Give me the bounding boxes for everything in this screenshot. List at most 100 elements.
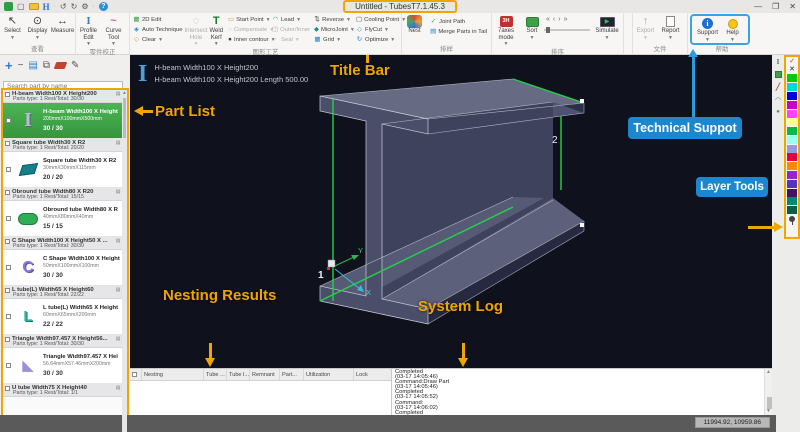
part-row-selected[interactable]: I H-beam Width100 X Height200mmX100mmX50… (3, 103, 127, 139)
rewind-button[interactable]: « (546, 16, 550, 23)
color-swatch[interactable] (787, 145, 797, 153)
nest-button[interactable]: Nest (402, 14, 427, 35)
part-group-header[interactable]: Obround tube Width80 X R20▤▾ Parts type:… (3, 188, 127, 201)
reverse-button[interactable]: ⇅Reverse▼ (314, 16, 351, 24)
part-row[interactable]: Obround tube Width80 X R40mmX80mmX40mm15… (3, 201, 127, 237)
clear-button[interactable]: ◇Clear▼ (133, 36, 183, 44)
color-swatch[interactable] (787, 74, 797, 82)
export-3d-icon[interactable]: ⧉ (43, 60, 50, 71)
col-tube-l[interactable]: Tube l... (227, 369, 250, 380)
3d-viewport[interactable]: I H-beam Width100 X Height200 H-beam Wid… (130, 55, 772, 368)
part-checkbox[interactable] (6, 314, 11, 319)
redo-icon[interactable]: ↻ (71, 2, 78, 12)
log-scrollbar[interactable]: ▲ ▼ (764, 369, 772, 415)
part-group-header[interactable]: L tube(L) Width65 X Height60▤▾ Parts typ… (3, 286, 127, 299)
export-button[interactable]: ↑Export▼ (633, 14, 658, 41)
part-checkbox[interactable] (5, 190, 10, 195)
sort-button[interactable]: Sort▼ (520, 14, 544, 41)
color-swatch[interactable] (787, 127, 797, 135)
curve-tool-button[interactable]: ~Curve Tool▼ (101, 14, 126, 48)
close-button[interactable]: ✕ (789, 2, 796, 11)
part-checkbox[interactable] (5, 288, 10, 293)
add-part-icon[interactable]: + (5, 58, 13, 73)
weld-kerf-button[interactable]: TWeld Kerf▼ (208, 14, 225, 48)
part-checkbox[interactable] (5, 337, 10, 342)
palette-apply-icon[interactable]: ✓ (789, 58, 795, 66)
compensate-button[interactable]: ◌Compensate▼ (228, 26, 267, 34)
fast-forward-button[interactable]: » (564, 16, 568, 23)
color-swatch[interactable] (787, 92, 797, 100)
part-row[interactable]: L L tube(L) Width65 X Height60mmX65mmX20… (3, 299, 127, 335)
color-swatch[interactable] (787, 101, 797, 109)
eraser-icon[interactable] (54, 62, 68, 69)
color-swatch[interactable] (787, 189, 797, 197)
slider-thumb[interactable] (546, 27, 550, 33)
flycut-button[interactable]: ◇FlyCut▼ (356, 26, 399, 34)
lead-button[interactable]: ◠Lead▼ (272, 16, 309, 24)
col-nesting[interactable]: Nesting (142, 369, 204, 380)
optimize-button[interactable]: ↻Optimize▼ (356, 36, 399, 44)
part-checkbox[interactable] (6, 216, 11, 221)
color-swatch[interactable] (787, 153, 797, 161)
part-checkbox[interactable] (6, 363, 11, 368)
joint-path-button[interactable]: ✓Joint Path (430, 18, 487, 26)
scroll-up-icon[interactable]: ▲ (122, 90, 127, 96)
profile-edit-button[interactable]: IProfile Edit▼ (76, 14, 101, 48)
color-swatch[interactable] (787, 110, 797, 118)
auto-technique-button[interactable]: ◈Auto Technique (133, 26, 183, 34)
color-swatch[interactable] (787, 197, 797, 205)
part-group-header[interactable]: H-beam Width100 X Height200▤▾ Parts type… (3, 90, 127, 103)
part-group-header[interactable]: U tube Width75 X Height40▤▾ Parts type: … (3, 384, 127, 397)
edit-part-icon[interactable]: ✎ (71, 60, 79, 71)
report-button[interactable]: Report▼ (658, 14, 683, 41)
part-checkbox[interactable] (6, 118, 11, 123)
microjoint-button[interactable]: ◆MicroJoint▼ (314, 26, 351, 34)
cooling-point-button[interactable]: ▢Cooling Point▼ (356, 16, 399, 24)
color-swatch[interactable] (787, 136, 797, 144)
simulation-slider[interactable] (544, 29, 590, 31)
col-tube[interactable]: Tube ... (204, 369, 227, 380)
select-button[interactable]: ↖Select▼ (0, 14, 25, 41)
simulate-button[interactable]: ▶Simulate▼ (594, 14, 620, 41)
part-checkbox[interactable] (5, 141, 10, 146)
part-checkbox[interactable] (5, 386, 10, 391)
palette-clear-icon[interactable]: ✕ (789, 66, 795, 74)
start-point-button[interactable]: ▭Start Point▼ (228, 16, 267, 24)
color-swatch[interactable] (787, 118, 797, 126)
settings-gear-icon[interactable]: ⚙ (81, 2, 88, 12)
color-swatch[interactable] (787, 83, 797, 91)
col-part[interactable]: Part... (280, 369, 304, 380)
part-checkbox[interactable] (6, 265, 11, 270)
intersect-hole-button[interactable]: ◌Intersect Hole▼ (185, 14, 208, 48)
inner-contour-button[interactable]: ●Inner contour▼ (228, 36, 267, 44)
scroll-down-icon[interactable]: ▼ (765, 408, 772, 415)
save-icon[interactable]: H (43, 2, 50, 12)
undo-icon[interactable]: ↺ (60, 2, 67, 12)
help-button[interactable]: Help▼ (720, 16, 745, 43)
part-group-header[interactable]: Triangle Width97.457 X Height56...▤▾ Par… (3, 335, 127, 348)
col-remnant[interactable]: Remnant (250, 369, 280, 380)
remove-part-icon[interactable]: − (18, 60, 24, 71)
arc-tool-icon[interactable]: ◠ (775, 96, 781, 104)
maximize-button[interactable]: ❐ (772, 2, 779, 11)
col-lock[interactable]: Lock (354, 369, 390, 380)
nesting-select-all-checkbox[interactable] (132, 372, 137, 377)
color-swatch[interactable] (787, 180, 797, 188)
part-group-header[interactable]: Square tube Width30 X R2▤▾ Parts type: 1… (3, 139, 127, 152)
outer-inner-button[interactable]: ◫Outer/Inner (272, 26, 309, 34)
part-checkbox[interactable] (5, 239, 10, 244)
scroll-up-icon[interactable]: ▲ (765, 369, 772, 376)
part-checkbox[interactable] (5, 92, 10, 97)
step-back-button[interactable]: ‹ (553, 16, 555, 23)
display-button[interactable]: ⊙Display▼ (25, 14, 50, 41)
color-swatch[interactable] (787, 206, 797, 214)
import-part-icon[interactable]: ▤ (28, 60, 37, 71)
scroll-thumb[interactable] (123, 98, 126, 138)
layer-box-icon[interactable] (775, 71, 782, 78)
part-row[interactable]: Square tube Width30 X R230mmX30mmX115mm2… (3, 152, 127, 188)
seal-button[interactable]: ◦Seal▼ (272, 36, 309, 44)
pin-tool-icon[interactable] (789, 216, 795, 222)
titlebar-help-icon[interactable]: ? (99, 2, 108, 11)
new-file-icon[interactable]: ▢ (17, 2, 25, 12)
part-group-header[interactable]: C Shape Width100 X Height50 X ...▤▾ Part… (3, 237, 127, 250)
